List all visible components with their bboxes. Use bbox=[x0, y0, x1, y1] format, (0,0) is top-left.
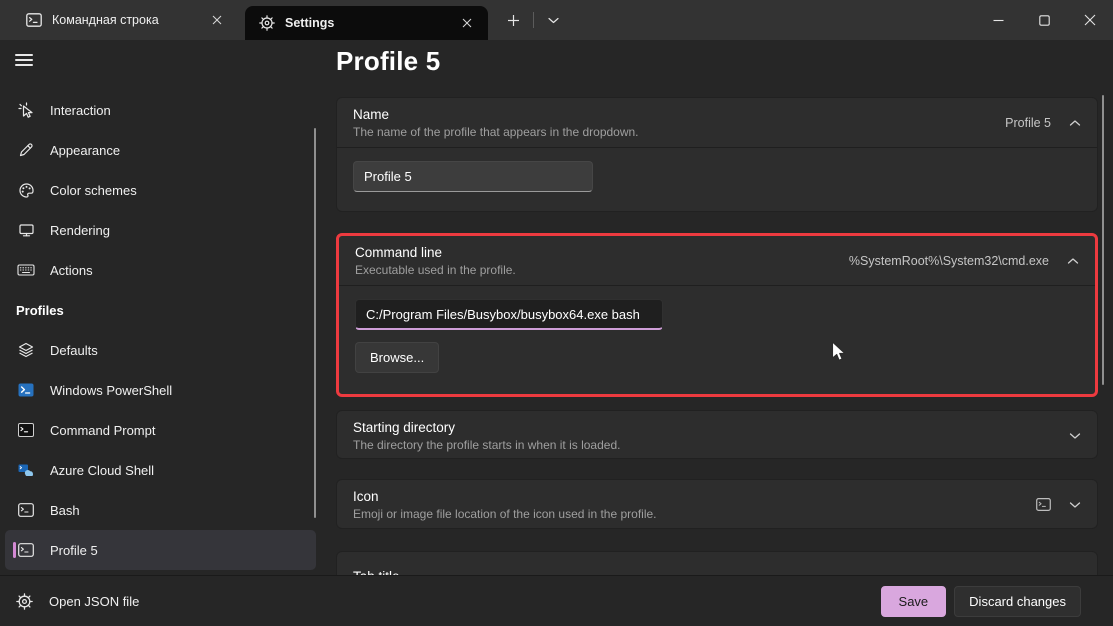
name-section-card: Name The name of the profile that appear… bbox=[336, 97, 1098, 212]
open-json-file-label: Open JSON file bbox=[49, 594, 139, 609]
command-line-section-card-highlighted: Command line Executable used in the prof… bbox=[336, 233, 1098, 397]
sidebar-item-color-schemes[interactable]: Color schemes bbox=[5, 170, 316, 210]
footer-action-buttons: Save Discard changes bbox=[881, 586, 1081, 617]
profile-icon-preview bbox=[1036, 498, 1051, 511]
name-expander-header[interactable]: Name The name of the profile that appear… bbox=[337, 98, 1097, 147]
sidebar-scrollbar[interactable] bbox=[314, 128, 316, 518]
azure-cloud-icon bbox=[16, 463, 36, 477]
setting-title: Name bbox=[353, 107, 639, 122]
cmd-icon bbox=[26, 13, 42, 27]
sidebar-item-label: Profile 5 bbox=[50, 543, 98, 558]
open-json-file-button[interactable]: Open JSON file bbox=[16, 593, 139, 610]
sidebar-item-bash[interactable]: Bash bbox=[5, 490, 316, 530]
chevron-down-icon bbox=[1069, 432, 1081, 440]
name-expander-body bbox=[337, 147, 1097, 205]
sidebar-item-defaults[interactable]: Defaults bbox=[5, 330, 316, 370]
gear-icon bbox=[16, 593, 33, 610]
sidebar-item-command-prompt[interactable]: Command Prompt bbox=[5, 410, 316, 450]
sidebar-item-label: Command Prompt bbox=[50, 423, 155, 438]
setting-description: The name of the profile that appears in … bbox=[353, 125, 639, 139]
keyboard-icon bbox=[16, 263, 36, 277]
tab-label: Командная строка bbox=[52, 13, 204, 27]
starting-directory-expander-header[interactable]: Starting directory The directory the pro… bbox=[337, 411, 1097, 459]
icon-section-card: Icon Emoji or image file location of the… bbox=[336, 479, 1098, 529]
sidebar-item-label: Windows PowerShell bbox=[50, 383, 172, 398]
tab-label: Settings bbox=[285, 16, 454, 30]
setting-title: Starting directory bbox=[353, 420, 620, 435]
sidebar-item-windows-powershell[interactable]: Windows PowerShell bbox=[5, 370, 316, 410]
setting-title: Command line bbox=[355, 245, 516, 260]
tab-title-expander-header[interactable]: Tab title bbox=[337, 552, 1097, 575]
sidebar-item-rendering[interactable]: Rendering bbox=[5, 210, 316, 250]
profiles-section-header: Profiles bbox=[0, 290, 330, 330]
setting-title: Icon bbox=[353, 489, 657, 504]
sidebar-item-label: Rendering bbox=[50, 223, 110, 238]
monitor-icon bbox=[16, 222, 36, 238]
minimize-button[interactable] bbox=[975, 0, 1021, 40]
tab-command-prompt[interactable]: Командная строка bbox=[12, 0, 238, 40]
footer-bar: Open JSON file Save Discard changes bbox=[0, 575, 1113, 626]
layers-icon bbox=[16, 342, 36, 358]
sidebar-item-actions[interactable]: Actions bbox=[5, 250, 316, 290]
chevron-up-icon bbox=[1067, 257, 1079, 265]
terminal-icon bbox=[16, 543, 36, 557]
command-line-expander-body: Browse... bbox=[339, 285, 1095, 386]
command-line-expander-header[interactable]: Command line Executable used in the prof… bbox=[339, 236, 1095, 285]
close-window-button[interactable] bbox=[1067, 0, 1113, 40]
palette-icon bbox=[16, 182, 36, 199]
settings-sidebar: Interaction Appearance Color schemes Ren… bbox=[0, 40, 330, 575]
sidebar-item-label: Actions bbox=[50, 263, 93, 278]
sidebar-nav-list: Interaction Appearance Color schemes Ren… bbox=[0, 90, 330, 570]
chevron-down-icon bbox=[1069, 501, 1081, 509]
hamburger-menu-icon[interactable] bbox=[14, 52, 34, 68]
main-scrollbar[interactable] bbox=[1102, 95, 1104, 385]
sidebar-item-interaction[interactable]: Interaction bbox=[5, 90, 316, 130]
setting-description: The directory the profile starts in when… bbox=[353, 438, 620, 452]
selection-indicator-pill bbox=[13, 542, 16, 558]
sidebar-item-label: Color schemes bbox=[50, 183, 137, 198]
powershell-icon bbox=[16, 383, 36, 397]
sidebar-item-profile-5[interactable]: Profile 5 bbox=[5, 530, 316, 570]
sidebar-item-label: Azure Cloud Shell bbox=[50, 463, 154, 478]
maximize-button[interactable] bbox=[1021, 0, 1067, 40]
gear-icon bbox=[259, 15, 275, 31]
save-button[interactable]: Save bbox=[881, 586, 947, 617]
close-tab-icon[interactable] bbox=[454, 11, 480, 35]
setting-description: Emoji or image file location of the icon… bbox=[353, 507, 657, 521]
close-tab-icon[interactable] bbox=[204, 8, 230, 32]
tab-title-section-card: Tab title bbox=[336, 551, 1098, 575]
cmd-icon bbox=[16, 423, 36, 437]
setting-preview-value: %SystemRoot%\System32\cmd.exe bbox=[849, 254, 1049, 268]
setting-preview-value: Profile 5 bbox=[1005, 116, 1051, 130]
new-tab-button[interactable] bbox=[498, 6, 528, 34]
titlebar: Командная строка Settings bbox=[0, 0, 1113, 40]
settings-main-panel: Profile 5 Name The name of the profile t… bbox=[330, 40, 1113, 575]
page-title: Profile 5 bbox=[336, 46, 440, 77]
sidebar-item-appearance[interactable]: Appearance bbox=[5, 130, 316, 170]
terminal-icon bbox=[16, 503, 36, 517]
sidebar-item-label: Appearance bbox=[50, 143, 120, 158]
tab-dropdown-button[interactable] bbox=[539, 6, 567, 34]
sidebar-item-label: Defaults bbox=[50, 343, 98, 358]
profile-name-input[interactable] bbox=[353, 161, 593, 192]
browse-button[interactable]: Browse... bbox=[355, 342, 439, 373]
tab-settings[interactable]: Settings bbox=[245, 6, 488, 40]
starting-directory-section-card: Starting directory The directory the pro… bbox=[336, 410, 1098, 459]
windows-terminal-settings-window: Командная строка Settings bbox=[0, 0, 1113, 626]
tabbar-divider bbox=[533, 12, 534, 28]
chevron-up-icon bbox=[1069, 119, 1081, 127]
sidebar-item-azure-cloud-shell[interactable]: Azure Cloud Shell bbox=[5, 450, 316, 490]
sidebar-item-label: Interaction bbox=[50, 103, 111, 118]
setting-description: Executable used in the profile. bbox=[355, 263, 516, 277]
icon-expander-header[interactable]: Icon Emoji or image file location of the… bbox=[337, 480, 1097, 529]
discard-changes-button[interactable]: Discard changes bbox=[954, 586, 1081, 617]
paintbrush-icon bbox=[16, 142, 36, 158]
command-line-input[interactable] bbox=[355, 299, 663, 330]
sidebar-item-label: Bash bbox=[50, 503, 80, 518]
interaction-cursor-icon bbox=[16, 102, 36, 119]
window-controls bbox=[975, 0, 1113, 40]
